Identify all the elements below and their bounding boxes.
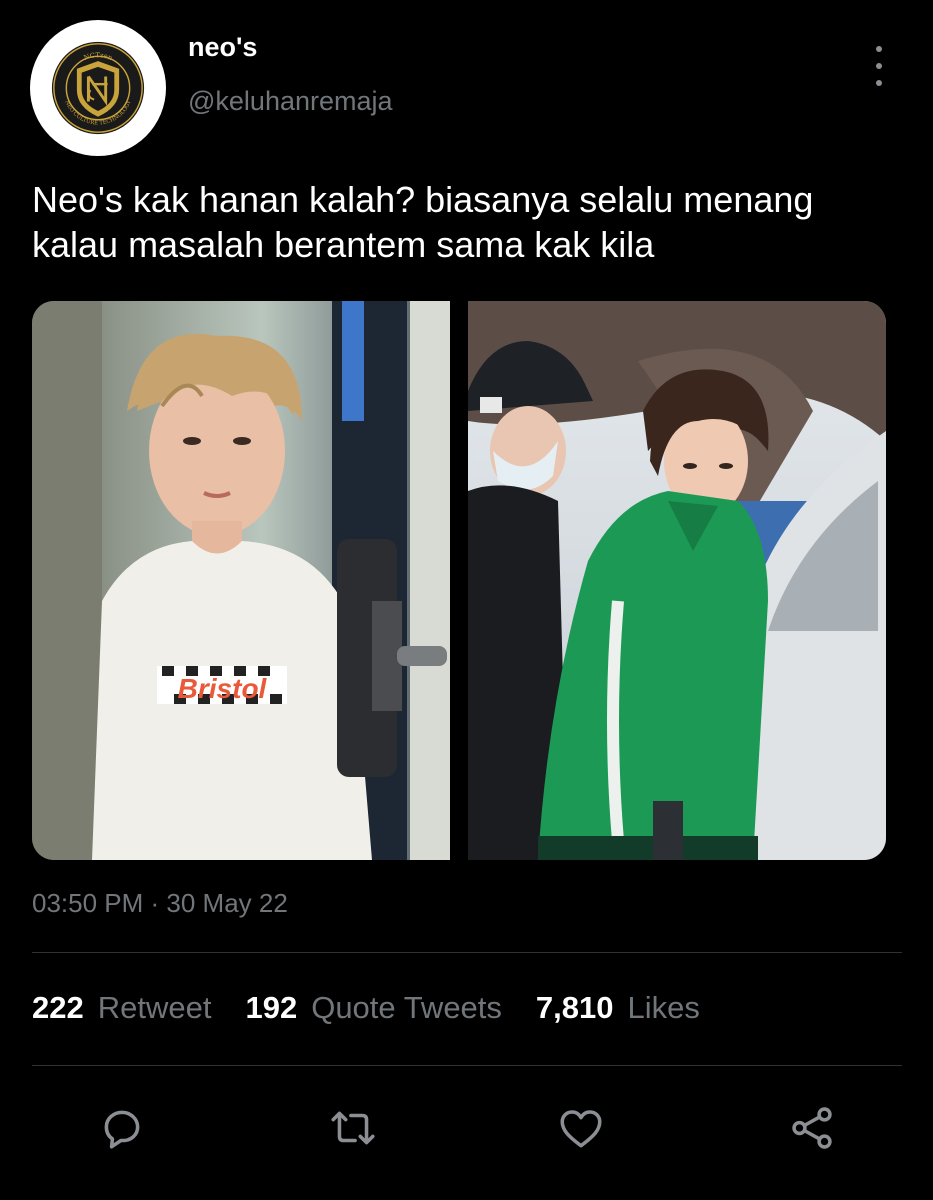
nctzen-logo-icon: NCTzen NEO CULTURE TECHNOLOGY <box>51 41 145 135</box>
shirt-print-text: Bristol <box>178 673 268 704</box>
share-icon <box>792 1107 832 1149</box>
likes-label: Likes <box>627 990 700 1025</box>
quote-tweets-count: 192 <box>245 990 298 1025</box>
tweet-text-line: Neo's kak hanan kalah? biasanya selalu m… <box>32 179 814 220</box>
like-icon <box>560 1110 602 1148</box>
retweets-count: 222 <box>32 990 84 1025</box>
reply-button[interactable] <box>94 1100 150 1156</box>
avatar[interactable]: NCTzen NEO CULTURE TECHNOLOGY <box>30 20 166 156</box>
photo-left[interactable]: Bristol <box>32 301 450 860</box>
action-bar <box>0 1100 933 1160</box>
quote-tweets-label: Quote Tweets <box>311 990 502 1025</box>
divider <box>32 1065 902 1066</box>
likes-stat[interactable]: 7,810 Likes <box>536 990 700 1026</box>
more-dot-icon <box>876 63 882 69</box>
photo-left-image: Bristol <box>32 301 450 860</box>
retweet-icon <box>331 1111 375 1145</box>
tweet-stats: 222 Retweet 192 Quote Tweets 7,810 Likes <box>32 990 700 1026</box>
likes-count: 7,810 <box>535 990 614 1025</box>
retweet-button[interactable] <box>325 1100 381 1156</box>
author-display-name[interactable]: neo's <box>188 32 257 63</box>
retweets-stat[interactable]: 222 Retweet <box>32 990 211 1026</box>
tweet-text: Neo's kak hanan kalah? biasanya selalu m… <box>32 177 902 267</box>
tweet-timestamp[interactable]: 03:50 PM · 30 May 22 <box>32 888 288 919</box>
author-handle[interactable]: @keluhanremaja <box>188 86 393 117</box>
quote-tweets-stat[interactable]: 192 Quote Tweets <box>245 990 501 1026</box>
media-grid: Bristol <box>32 301 886 860</box>
photo-right-image <box>468 301 886 860</box>
share-button[interactable] <box>784 1100 840 1156</box>
tweet-text-line: kalau masalah berantem sama kak kila <box>32 224 655 265</box>
photo-right[interactable] <box>468 301 886 860</box>
like-button[interactable] <box>553 1100 609 1156</box>
more-dot-icon <box>876 46 882 52</box>
divider <box>32 952 902 953</box>
reply-icon <box>104 1110 140 1149</box>
retweets-label: Retweet <box>97 990 212 1025</box>
more-options-button[interactable] <box>866 46 892 86</box>
more-dot-icon <box>876 80 882 86</box>
